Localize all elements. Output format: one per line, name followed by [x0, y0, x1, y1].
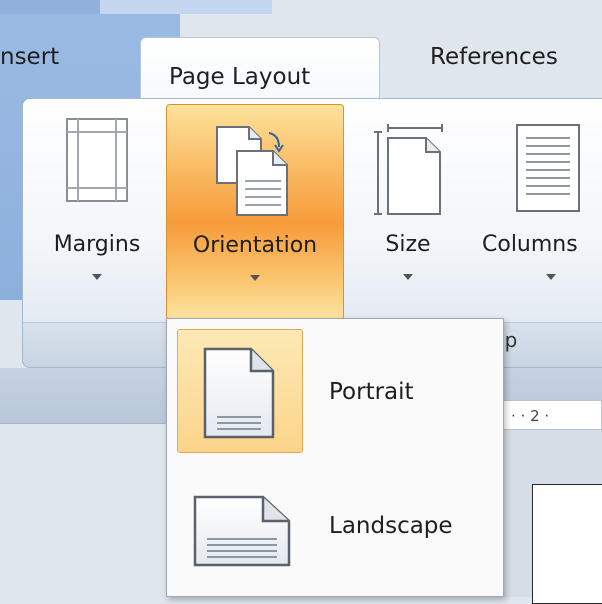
- landscape-label: Landscape: [329, 513, 453, 539]
- chevron-down-icon: [250, 275, 260, 281]
- margins-icon: [66, 118, 128, 202]
- orientation-icon: [216, 126, 288, 216]
- columns-label: Columns: [482, 232, 578, 257]
- tab-insert[interactable]: nsert: [0, 44, 59, 70]
- title-bar-highlight: [100, 0, 272, 14]
- size-button[interactable]: Size: [360, 104, 456, 320]
- chevron-down-icon: [403, 274, 413, 280]
- portrait-page-icon: [203, 347, 275, 439]
- portrait-label: Portrait: [329, 379, 414, 405]
- size-icon: [374, 124, 443, 215]
- orientation-menu: Portrait Landscape: [166, 318, 504, 597]
- tab-page-layout-label: Page Layout: [169, 64, 311, 90]
- menu-item-portrait[interactable]: Portrait: [175, 327, 495, 453]
- tab-references[interactable]: References: [430, 44, 558, 70]
- horizontal-ruler[interactable]: · · 2 ·: [498, 400, 602, 430]
- size-label: Size: [385, 232, 431, 257]
- chevron-down-icon: [546, 274, 556, 280]
- orientation-label: Orientation: [192, 233, 318, 258]
- menu-item-landscape[interactable]: Landscape: [175, 461, 495, 587]
- columns-icon: [516, 124, 580, 212]
- margins-label: Margins: [53, 232, 141, 257]
- margins-button[interactable]: Margins: [34, 104, 160, 320]
- chevron-down-icon: [92, 274, 102, 280]
- orientation-button[interactable]: Orientation: [166, 104, 344, 320]
- document-page[interactable]: [532, 484, 602, 604]
- ribbon-tab-row: nsert Page Layout References: [0, 18, 602, 117]
- landscape-page-icon: [193, 495, 291, 567]
- columns-button[interactable]: Columns: [476, 104, 602, 320]
